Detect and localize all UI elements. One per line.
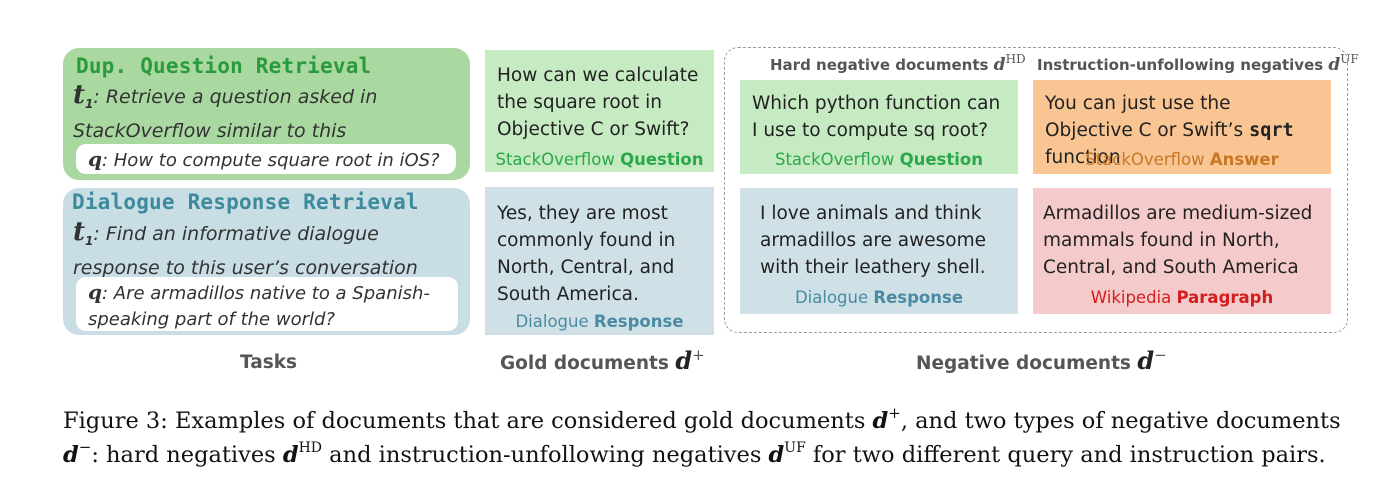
gold-doc-response: Yes, they are most commonly found in Nor… (485, 187, 714, 335)
query-symbol: q (88, 147, 102, 171)
doc-text: How can we calculate the square root in … (497, 65, 699, 140)
doc-text: Armadillos are medium-sized mammals foun… (1043, 203, 1313, 278)
doc-source: Dialogue Response (794, 288, 964, 307)
hard-negative-question: Which python function can I use to compu… (740, 80, 1018, 174)
task-card-dialogue-response: Dialogue Response Retrieval t1: Find an … (63, 188, 470, 335)
doc-source: Dialogue Response (515, 312, 684, 331)
gold-documents-label: Gold documents d+ (500, 346, 705, 375)
hard-negatives-header: Hard negative documents dHD (770, 52, 1026, 75)
query-text: : How to compute square root in iOS? (101, 150, 440, 171)
task-instruction: t1: Find an informative dialogue respons… (73, 219, 463, 282)
unfollowing-negative-paragraph: Armadillos are medium-sized mammals foun… (1033, 188, 1331, 314)
instruction-symbol: t (73, 80, 86, 110)
task-instruction: t1: Retrieve a question asked in StackOv… (73, 82, 453, 145)
query-text: : Are armadillos native to a Spanish-spe… (88, 283, 430, 330)
doc-text: I love animals and think armadillos are … (760, 203, 986, 278)
task-name: Dialogue Response Retrieval (72, 190, 419, 214)
gold-doc-question: How can we calculate the square root in … (485, 50, 714, 172)
tasks-label: Tasks (240, 352, 298, 373)
doc-text: Which python function can I use to compu… (752, 93, 1001, 141)
unfollowing-negatives-header: Instruction-unfollowing negatives dUF (1037, 52, 1359, 75)
task-card-dup-question: Dup. Question Retrieval t1: Retrieve a q… (63, 48, 470, 180)
query-symbol: q (88, 280, 102, 304)
instruction-text: : Retrieve a question asked in StackOver… (73, 86, 378, 142)
unfollowing-negative-answer: You can just use the Objective C or Swif… (1033, 80, 1331, 174)
query-box: q: How to compute square root in iOS? (76, 144, 456, 174)
doc-source: Wikipedia Paragraph (1090, 288, 1274, 307)
negative-documents-label: Negative documents d− (916, 346, 1167, 375)
doc-source: StackOverflow Answer (1085, 150, 1279, 169)
doc-text: Yes, they are most commonly found in Nor… (497, 203, 676, 305)
instruction-text: : Find an informative dialogue response … (73, 223, 418, 279)
doc-source: StackOverflow Question (495, 150, 704, 169)
doc-source: StackOverflow Question (774, 150, 984, 169)
code-snippet: sqrt (1249, 120, 1294, 141)
query-box: q: Are armadillos native to a Spanish-sp… (76, 277, 458, 331)
hard-negative-response: I love animals and think armadillos are … (740, 188, 1018, 314)
figure-caption-line-2: d−: hard negatives dHD and instruction-u… (63, 438, 1326, 468)
task-name: Dup. Question Retrieval (76, 54, 372, 78)
instruction-symbol: t (73, 217, 86, 247)
